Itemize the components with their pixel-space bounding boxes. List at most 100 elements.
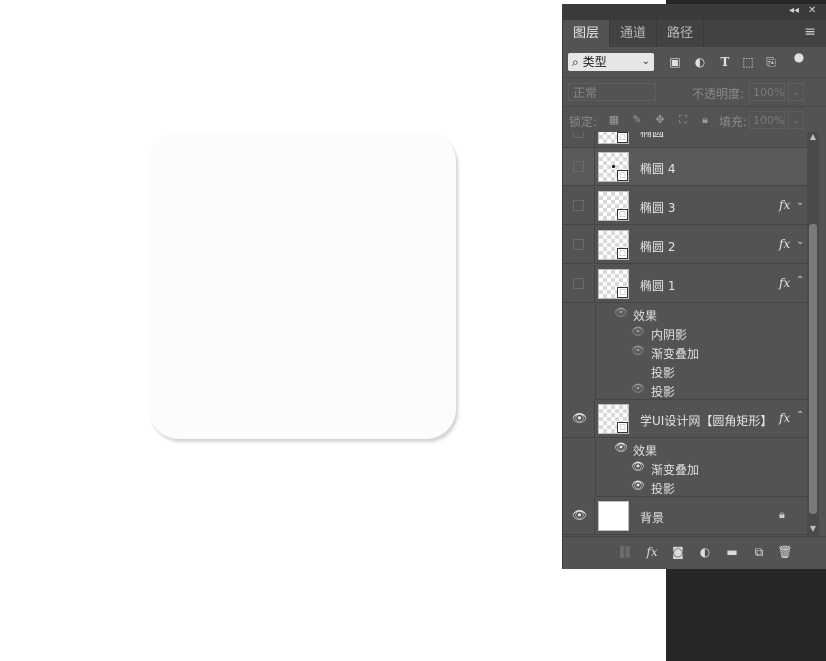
layer-list-scrollbar[interactable]: ▲ ▼ — [807, 132, 819, 536]
visibility-toggle[interactable]: 👁︎ — [563, 497, 595, 534]
effects-header[interactable]: 👁︎ 效果 — [595, 439, 807, 458]
layer-row-ellipse-2[interactable]: ⬚ 椭圆 2 fx ⌄ — [563, 226, 807, 264]
shape-badge-icon: ⬚ — [617, 132, 628, 143]
eye-icon[interactable]: 👁︎ — [631, 479, 645, 492]
type-filter-icon[interactable]: T — [718, 55, 732, 69]
visibility-toggle[interactable] — [563, 148, 595, 185]
shape-filter-icon[interactable]: ⬚ — [741, 55, 755, 69]
fx-icon[interactable]: fx — [779, 237, 790, 251]
shape-badge-icon: ⬚ — [617, 422, 628, 433]
eye-icon[interactable]: 👁︎ — [572, 508, 587, 522]
effects-label: 效果 — [633, 309, 658, 323]
lock-artboard-icon[interactable]: ⛶ — [676, 113, 690, 127]
filter-kind-select[interactable]: ⌕ 类型 ⌄ — [568, 53, 654, 71]
eye-icon[interactable]: 👁︎ — [631, 382, 645, 395]
opacity-input[interactable]: 100% — [749, 83, 785, 101]
shape-badge-icon: ⬚ — [617, 287, 628, 298]
adjustment-icon[interactable]: ◐ — [697, 545, 713, 559]
effects-label: 效果 — [633, 444, 658, 458]
filter-toggle-icon[interactable]: ● — [792, 50, 806, 64]
effect-gradient-overlay[interactable]: 👁︎ 渐变叠加 — [595, 342, 807, 361]
blend-row: 正常 不透明度: 100% ⌄ — [563, 78, 826, 107]
new-layer-icon[interactable]: ⧉ — [751, 545, 767, 559]
layer-name: 椭圆 2 — [640, 240, 676, 254]
fill-input[interactable]: 100% — [749, 111, 785, 129]
blend-mode-select[interactable]: 正常 — [568, 83, 656, 101]
tab-channels[interactable]: 通道 — [610, 20, 658, 47]
layer-row-partial[interactable]: ⬚ 椭圆 — [563, 132, 807, 148]
search-icon: ⌕ — [572, 55, 579, 69]
scrollbar-thumb[interactable] — [809, 224, 817, 514]
effect-name: 渐变叠加 — [651, 463, 700, 477]
scroll-down-icon[interactable]: ▼ — [807, 524, 819, 533]
visibility-toggle[interactable] — [563, 187, 595, 224]
effect-drop-shadow[interactable]: 投影 — [595, 361, 807, 380]
layer-thumbnail: ⬚ — [598, 191, 629, 221]
layer-name: 背景 — [640, 511, 665, 525]
chevron-up-icon[interactable]: ⌃ — [796, 275, 804, 286]
eye-icon[interactable]: 👁︎ — [631, 460, 645, 473]
chevron-down-icon[interactable]: ⌄ — [796, 236, 804, 247]
panel-tabs: 图层 通道 路径 ≡ — [563, 20, 826, 47]
layer-thumbnail: ⬚ — [598, 230, 629, 260]
fx-icon[interactable]: fx — [779, 198, 790, 212]
eye-icon[interactable]: 👁︎ — [631, 344, 645, 357]
layer-thumbnail: ⬚ — [598, 152, 629, 182]
smart-object-filter-icon[interactable]: ⎘ — [764, 55, 778, 69]
rounded-rectangle-shape[interactable] — [149, 132, 456, 439]
visibility-toggle[interactable] — [563, 132, 595, 147]
effect-drop-shadow[interactable]: 👁︎ 投影 — [595, 477, 807, 497]
layer-row-background[interactable]: 👁︎ 背景 🔒︎ — [563, 497, 807, 535]
filter-row: ⌕ 类型 ⌄ ▣ ◐ T ⬚ ⎘ ● — [563, 47, 826, 78]
visibility-toggle[interactable] — [563, 265, 595, 302]
opacity-dropdown-icon[interactable]: ⌄ — [788, 83, 804, 101]
tab-paths[interactable]: 路径 — [657, 20, 705, 47]
collapse-icon[interactable]: ◂◂ — [789, 5, 799, 16]
image-filter-icon[interactable]: ▣ — [668, 55, 682, 69]
layers-panel: ◂◂ ✕ 图层 通道 路径 ≡ ⌕ 类型 ⌄ ▣ ◐ T ⬚ ⎘ ● 正常 不透… — [562, 4, 826, 569]
fx-icon[interactable]: fx — [779, 411, 790, 425]
effect-drop-shadow-2[interactable]: 👁︎ 投影 — [595, 380, 807, 400]
effect-gradient-overlay[interactable]: 👁︎ 渐变叠加 — [595, 458, 807, 477]
lock-icon[interactable]: 🔒︎ — [779, 508, 785, 522]
panel-menu-icon[interactable]: ≡ — [804, 24, 816, 40]
scroll-up-icon[interactable]: ▲ — [807, 132, 819, 141]
fill-label: 填充: — [719, 115, 748, 129]
fill-dropdown-icon[interactable]: ⌄ — [788, 111, 804, 129]
tab-layers[interactable]: 图层 — [563, 20, 611, 47]
panel-title-bar: ◂◂ ✕ — [563, 4, 826, 20]
lock-all-icon[interactable]: 🔒︎ — [698, 113, 712, 127]
eye-icon[interactable]: 👁︎ — [614, 441, 628, 454]
link-icon[interactable]: ⛓ — [617, 545, 633, 559]
effect-inner-shadow[interactable]: 👁︎ 内阴影 — [595, 323, 807, 342]
eye-icon[interactable]: 👁︎ — [614, 306, 628, 319]
eye-icon[interactable]: 👁︎ — [572, 411, 587, 425]
chevron-up-icon[interactable]: ⌃ — [796, 410, 804, 421]
close-icon[interactable]: ✕ — [808, 5, 816, 16]
layer-row-ellipse-1[interactable]: ⬚ 椭圆 1 fx ⌃ — [563, 265, 807, 303]
lock-row: 锁定: ▦ ✎ ✥ ⛶ 🔒︎ 填充: 100% ⌄ — [563, 107, 826, 135]
fx-icon[interactable]: fx — [644, 545, 660, 559]
lock-pixels-icon[interactable]: ✎ — [630, 113, 644, 127]
effects-header[interactable]: 👁︎ 效果 — [595, 304, 807, 323]
folder-icon[interactable]: ▬ — [724, 545, 740, 559]
chevron-down-icon[interactable]: ⌄ — [796, 197, 804, 208]
layer-name: 椭圆 1 — [640, 279, 676, 293]
shape-badge-icon: ⬚ — [617, 170, 628, 181]
trash-icon[interactable]: 🗑︎ — [777, 545, 793, 559]
eye-icon[interactable]: 👁︎ — [631, 325, 645, 338]
shape-badge-icon: ⬚ — [617, 248, 628, 259]
adjustment-filter-icon[interactable]: ◐ — [693, 55, 707, 69]
layer-row-rounded-rect[interactable]: 👁︎ ⬚ 学UI设计网【圆角矩形】 fx ⌃ — [563, 400, 807, 438]
opacity-label: 不透明度: — [692, 87, 745, 101]
fx-icon[interactable]: fx — [779, 276, 790, 290]
filter-kind-value: 类型 — [582, 55, 607, 69]
layer-row-ellipse-4[interactable]: ⬚ 椭圆 4 — [563, 148, 807, 186]
panel-bottom-toolbar: ⛓ fx ◙ ◐ ▬ ⧉ 🗑︎ — [563, 536, 826, 568]
visibility-toggle[interactable]: 👁︎ — [563, 400, 595, 437]
mask-icon[interactable]: ◙ — [670, 545, 686, 559]
lock-transparent-icon[interactable]: ▦ — [607, 113, 621, 127]
lock-position-icon[interactable]: ✥ — [653, 113, 667, 127]
visibility-toggle[interactable] — [563, 226, 595, 263]
layer-row-ellipse-3[interactable]: ⬚ 椭圆 3 fx ⌄ — [563, 187, 807, 225]
